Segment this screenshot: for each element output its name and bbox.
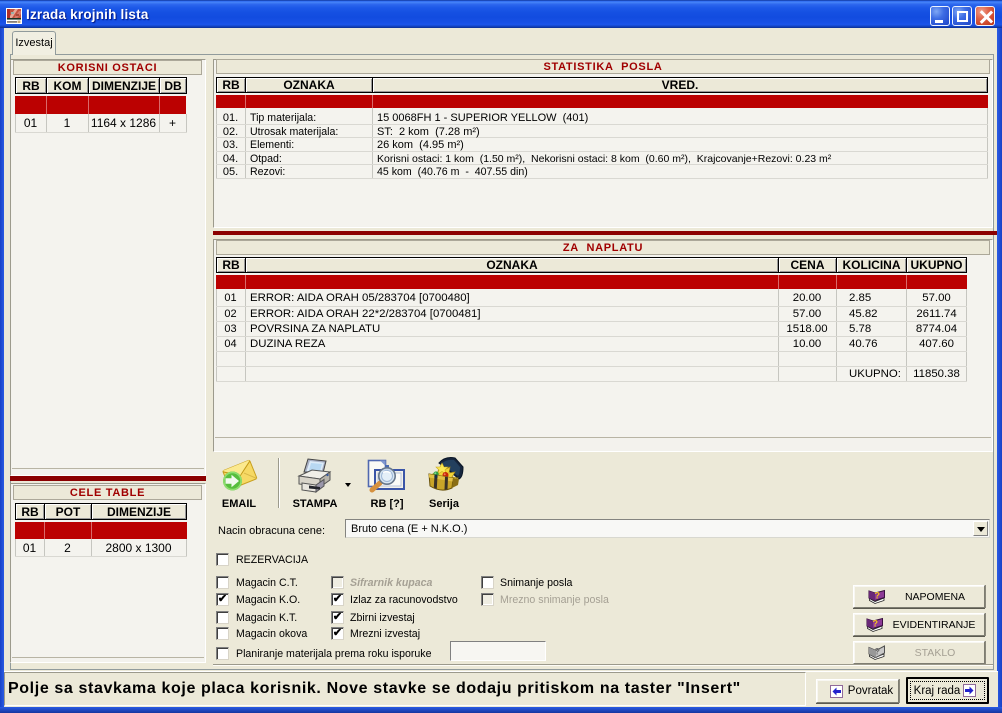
svg-text:?: ? xyxy=(874,591,880,601)
svg-text:?: ? xyxy=(872,619,878,629)
svg-text:?: ? xyxy=(874,647,880,657)
